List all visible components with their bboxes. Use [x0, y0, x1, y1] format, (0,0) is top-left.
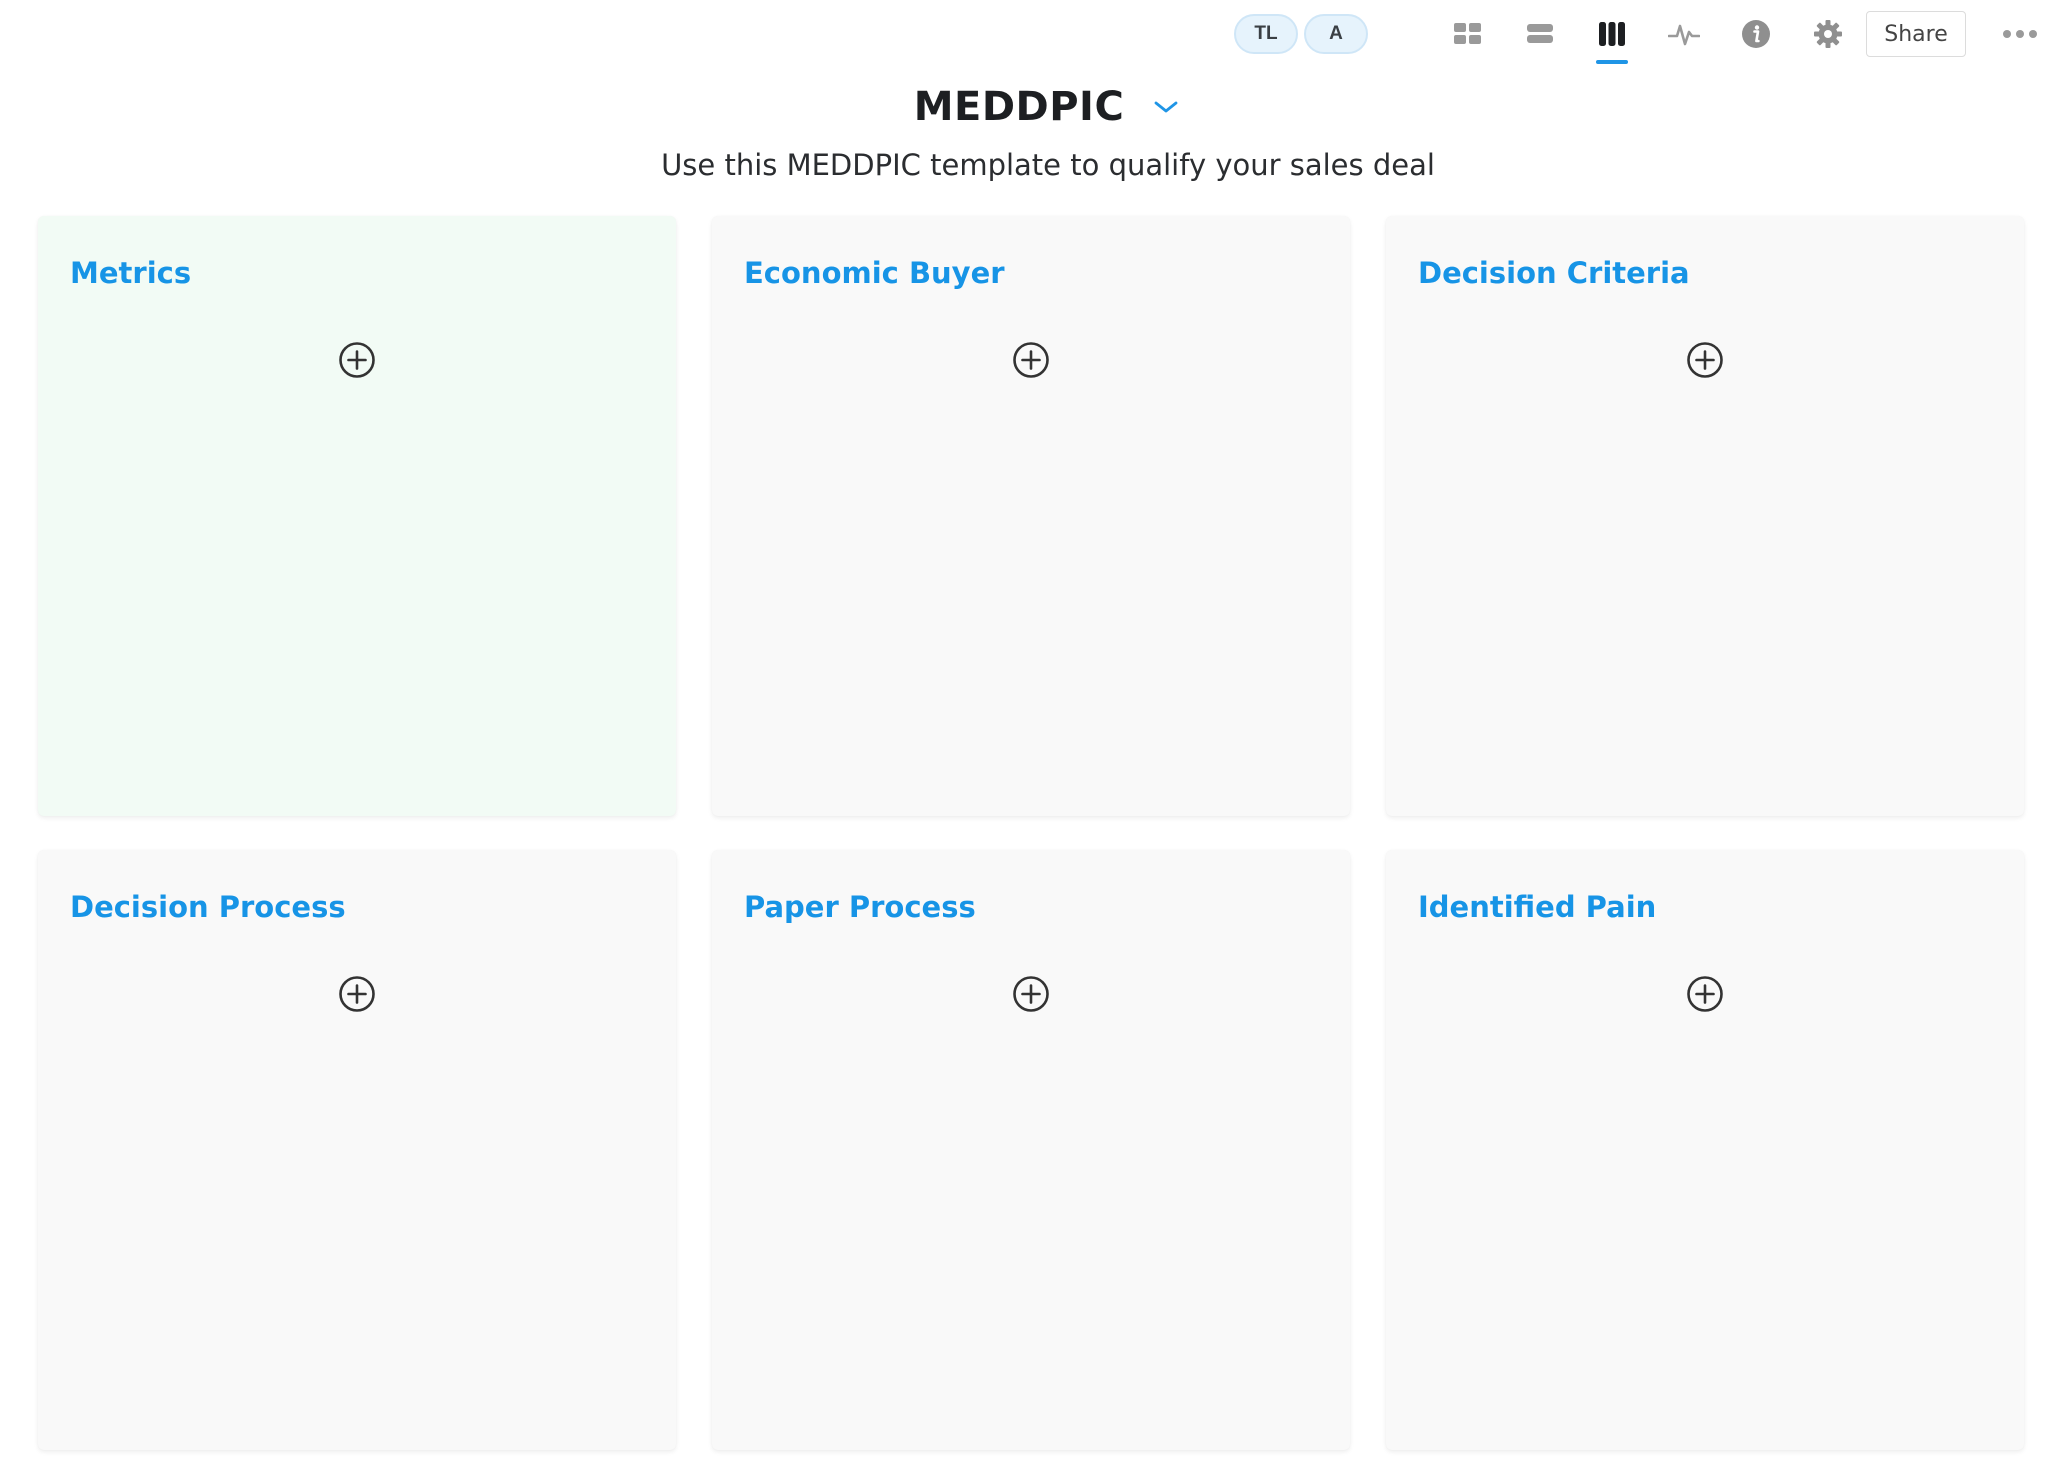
share-button[interactable]: Share — [1866, 11, 1966, 57]
board-page: TL A Share MEDDPIC Use this MEDDPIC temp… — [0, 0, 2056, 1472]
plus-circle-icon — [1687, 976, 1723, 1012]
section-title[interactable]: Decision Criteria — [1418, 256, 1690, 290]
section-title[interactable]: Metrics — [70, 256, 191, 290]
board-title-row: MEDDPIC — [0, 84, 2056, 130]
page-subtitle: Use this MEDDPIC template to qualify you… — [661, 148, 1435, 182]
chevron-down-icon[interactable] — [1150, 91, 1182, 123]
plus-circle-icon — [339, 976, 375, 1012]
section-card-economic-buyer: Economic Buyer — [712, 216, 1350, 816]
add-card-button[interactable] — [337, 974, 377, 1014]
grid-view-icon[interactable] — [1432, 14, 1504, 54]
plus-circle-icon — [1013, 342, 1049, 378]
section-card-paper-process: Paper Process — [712, 850, 1350, 1450]
add-card-button[interactable] — [1011, 340, 1051, 380]
section-title[interactable]: Paper Process — [744, 890, 976, 924]
more-options-icon[interactable] — [1996, 14, 2044, 54]
activity-icon[interactable] — [1648, 14, 1720, 54]
section-card-identified-pain: Identified Pain — [1386, 850, 2024, 1450]
section-card-decision-process: Decision Process — [38, 850, 676, 1450]
section-card-decision-criteria: Decision Criteria — [1386, 216, 2024, 816]
add-card-button[interactable] — [337, 340, 377, 380]
sections-grid: Metrics Economic Buyer Decision Criteria… — [38, 216, 2026, 1450]
avatar[interactable]: TL — [1234, 14, 1298, 54]
add-card-button[interactable] — [1685, 340, 1725, 380]
section-title[interactable]: Economic Buyer — [744, 256, 1005, 290]
collaborator-avatars: TL A — [1234, 14, 1368, 54]
info-icon[interactable] — [1720, 14, 1792, 54]
plus-circle-icon — [1687, 342, 1723, 378]
gear-icon[interactable] — [1792, 14, 1864, 54]
add-card-button[interactable] — [1685, 974, 1725, 1014]
columns-view-icon[interactable] — [1576, 14, 1648, 64]
plus-circle-icon — [339, 342, 375, 378]
view-switcher — [1432, 14, 1864, 64]
top-toolbar: TL A Share — [0, 0, 2056, 70]
page-title[interactable]: MEDDPIC — [914, 84, 1125, 130]
section-title[interactable]: Decision Process — [70, 890, 346, 924]
section-card-metrics: Metrics — [38, 216, 676, 816]
plus-circle-icon — [1013, 976, 1049, 1012]
list-view-icon[interactable] — [1504, 14, 1576, 54]
section-title[interactable]: Identified Pain — [1418, 890, 1656, 924]
add-card-button[interactable] — [1011, 974, 1051, 1014]
avatar[interactable]: A — [1304, 14, 1368, 54]
